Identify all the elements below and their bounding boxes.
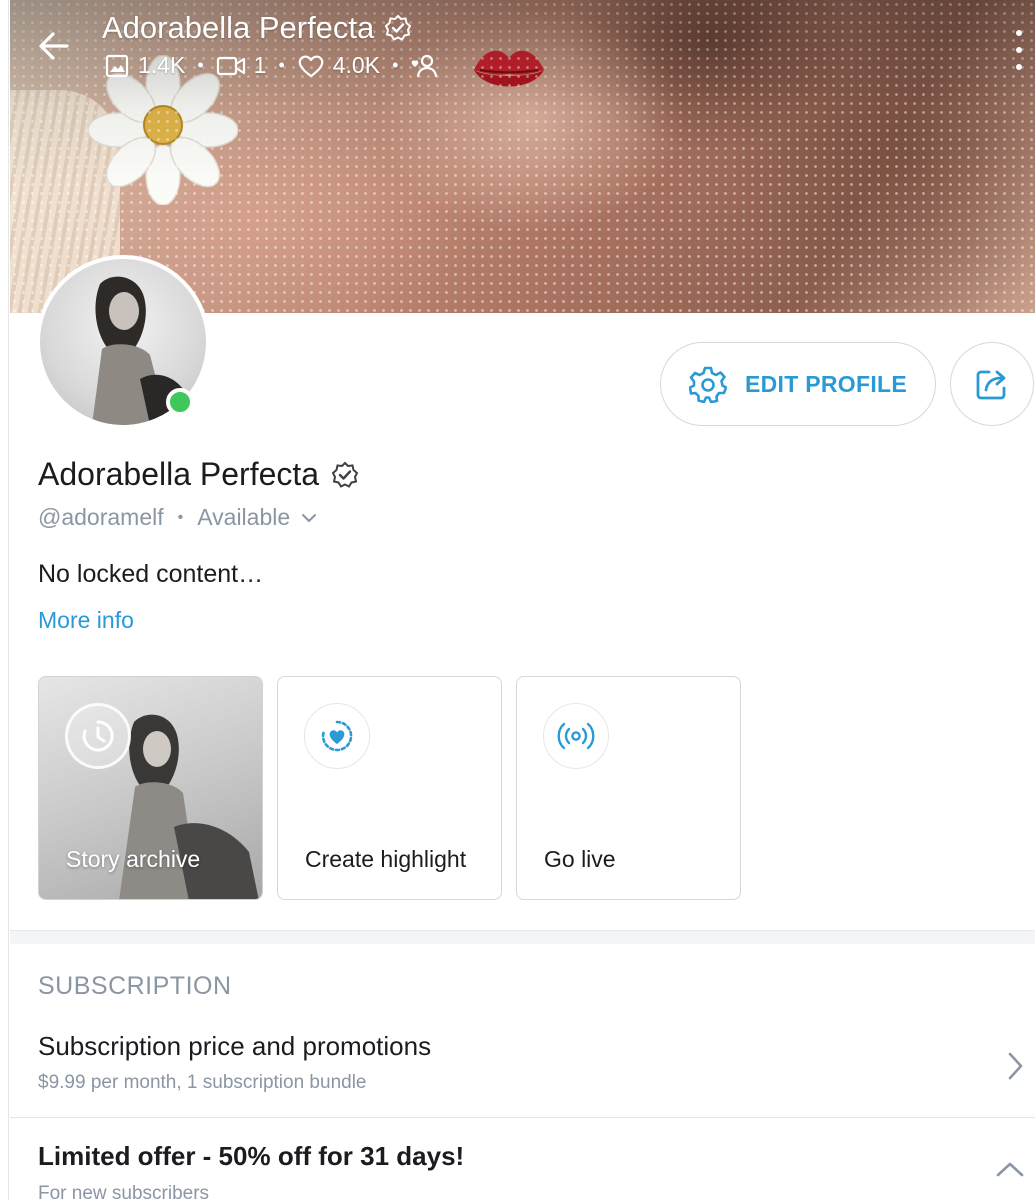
subscription-price-title: Subscription price and promotions xyxy=(38,1031,432,1061)
header-stats: 1.4K • 1 • 4.0K • xyxy=(104,52,438,79)
go-live-icon-circle xyxy=(543,703,609,769)
back-arrow-icon xyxy=(39,32,69,60)
availability-dropdown[interactable]: Available xyxy=(197,504,318,531)
share-profile-button[interactable] xyxy=(950,342,1034,426)
more-info-link[interactable]: More info xyxy=(38,607,134,634)
limited-offer-description: For new subscribers xyxy=(38,1183,210,1200)
videos-count: 1 xyxy=(253,52,267,78)
clock-icon xyxy=(82,720,114,752)
verified-badge-icon xyxy=(331,461,359,488)
stat-separator: • xyxy=(197,55,204,75)
likes-count: 4.0K xyxy=(332,52,381,78)
left-border xyxy=(0,0,9,1200)
create-highlight-icon-circle xyxy=(304,703,370,769)
image-icon xyxy=(105,54,129,77)
video-icon xyxy=(216,56,245,75)
more-vertical-icon xyxy=(1016,47,1022,53)
more-options-button[interactable] xyxy=(1009,30,1029,70)
go-live-label: Go live xyxy=(544,846,616,872)
likes-stat[interactable]: 4.0K xyxy=(297,52,380,79)
subscription-section-title: SUBSCRIPTION xyxy=(38,972,232,1000)
broadcast-icon xyxy=(557,722,595,750)
edit-profile-button[interactable]: EDIT PROFILE xyxy=(660,342,936,426)
profile-name: Adorabella Perfecta xyxy=(38,456,359,493)
heart-icon xyxy=(298,55,324,77)
subscription-price-description: $9.99 per month, 1 subscription bundle xyxy=(38,1072,367,1093)
section-divider xyxy=(10,930,1035,944)
more-vertical-icon xyxy=(1016,64,1022,70)
header-title-text: Adorabella Perfecta xyxy=(102,10,375,45)
stat-separator: • xyxy=(278,55,285,75)
profile-subline: @adoramelf • Available xyxy=(38,504,318,531)
profile-page: Adorabella Perfecta 1.4K • 1 • 4.0K • ED… xyxy=(0,0,1035,1200)
subline-separator: • xyxy=(177,508,184,526)
chevron-down-icon xyxy=(302,513,317,522)
header-title: Adorabella Perfecta xyxy=(102,10,412,46)
share-icon xyxy=(976,370,1006,400)
story-archive-card[interactable]: Story archive xyxy=(38,676,263,900)
gear-icon xyxy=(688,366,727,403)
create-highlight-card[interactable]: Create highlight xyxy=(277,676,502,900)
chevron-right-icon xyxy=(1008,1052,1023,1080)
top-bar: Adorabella Perfecta 1.4K • 1 • 4.0K • xyxy=(10,0,1035,100)
story-archive-label: Story archive xyxy=(66,846,201,872)
fans-stat[interactable] xyxy=(410,53,438,79)
availability-status: Available xyxy=(197,504,291,530)
videos-stat[interactable]: 1 xyxy=(216,52,267,79)
online-status-dot xyxy=(166,388,194,416)
back-button[interactable] xyxy=(32,24,76,68)
limited-offer-title: Limited offer - 50% off for 31 days! xyxy=(38,1141,465,1171)
profile-handle: @adoramelf xyxy=(38,504,164,530)
profile-bio: No locked content… xyxy=(38,560,264,588)
subscription-price-row[interactable]: Subscription price and promotions $9.99 … xyxy=(10,1018,1035,1118)
fans-icon xyxy=(412,54,438,77)
photos-stat[interactable]: 1.4K xyxy=(104,52,185,79)
create-highlight-label: Create highlight xyxy=(305,846,467,872)
chevron-up-icon[interactable] xyxy=(995,1159,1025,1179)
more-vertical-icon xyxy=(1016,30,1022,36)
stat-separator: • xyxy=(392,55,399,75)
highlight-heart-icon xyxy=(321,720,353,752)
profile-name-text: Adorabella Perfecta xyxy=(38,456,320,492)
story-archive-icon-circle xyxy=(65,703,131,769)
photos-count: 1.4K xyxy=(138,52,186,78)
limited-offer-row[interactable]: Limited offer - 50% off for 31 days! For… xyxy=(10,1119,1035,1200)
go-live-card[interactable]: Go live xyxy=(516,676,741,900)
edit-profile-label: EDIT PROFILE xyxy=(744,370,908,397)
verified-badge-icon xyxy=(385,14,412,41)
